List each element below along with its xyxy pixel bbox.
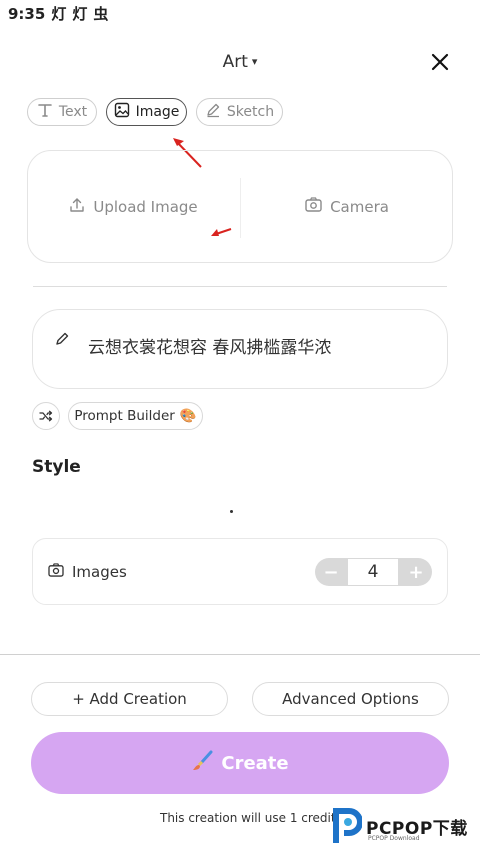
watermark-logo: PCPOP下载 PCPOP Download	[332, 807, 468, 845]
pencil-icon	[54, 331, 70, 351]
footer-divider	[0, 654, 480, 655]
tab-image[interactable]: Image	[106, 98, 187, 126]
status-icon-3: 虫	[93, 5, 109, 23]
status-time: 9:35	[8, 4, 46, 23]
shuffle-button[interactable]	[32, 402, 60, 430]
palette-icon: 🎨	[179, 408, 197, 424]
add-creation-button[interactable]: + Add Creation	[31, 682, 228, 716]
style-placeholder-dot	[230, 510, 233, 513]
upload-image-button[interactable]: Upload Image	[27, 150, 240, 263]
annotation-arrow-icon	[211, 228, 232, 236]
pencil-icon	[205, 102, 221, 122]
style-heading: Style	[32, 457, 81, 477]
upload-icon	[69, 197, 85, 217]
prompt-text: 云想衣裳花想容 春风拂槛露华浓	[88, 338, 332, 358]
text-icon	[37, 102, 53, 122]
camera-icon	[48, 563, 64, 581]
tab-text[interactable]: Text	[27, 98, 97, 126]
chevron-down-icon: ▾	[251, 55, 258, 68]
page-title: Art	[222, 52, 248, 72]
create-button[interactable]: Create	[31, 732, 449, 794]
status-icon-1: 灯	[51, 5, 67, 23]
shuffle-icon	[39, 407, 53, 426]
brush-icon	[191, 750, 213, 777]
camera-button[interactable]: Camera	[241, 150, 453, 263]
camera-icon	[305, 197, 322, 216]
advanced-options-button[interactable]: Advanced Options	[252, 682, 449, 716]
create-label: Create	[221, 752, 289, 774]
camera-label: Camera	[330, 197, 389, 216]
section-divider	[33, 286, 447, 287]
increment-button[interactable]: +	[400, 558, 432, 586]
watermark-subtext: PCPOP Download	[368, 835, 420, 842]
tab-text-label: Text	[58, 104, 88, 120]
pcpop-logo-icon	[333, 808, 362, 843]
images-count[interactable]: 4	[347, 558, 399, 586]
image-icon	[114, 102, 130, 122]
tab-sketch-label: Sketch	[226, 104, 275, 120]
tab-image-label: Image	[135, 104, 180, 120]
credit-note: This creation will use 1 credit.	[160, 811, 340, 825]
status-bar: 9:35 灯 灯 虫	[8, 3, 108, 24]
prompt-builder-button[interactable]: Prompt Builder 🎨	[68, 402, 203, 430]
close-icon[interactable]	[428, 50, 452, 74]
images-setting: Images	[48, 563, 127, 581]
status-icon-2: 灯	[72, 5, 88, 23]
images-label: Images	[72, 563, 127, 581]
decrement-button[interactable]: −	[315, 558, 347, 586]
mode-dropdown[interactable]: Art ▾	[0, 52, 480, 72]
prompt-builder-label: Prompt Builder	[74, 408, 175, 424]
upload-image-label: Upload Image	[93, 197, 198, 216]
tab-sketch[interactable]: Sketch	[196, 98, 283, 126]
